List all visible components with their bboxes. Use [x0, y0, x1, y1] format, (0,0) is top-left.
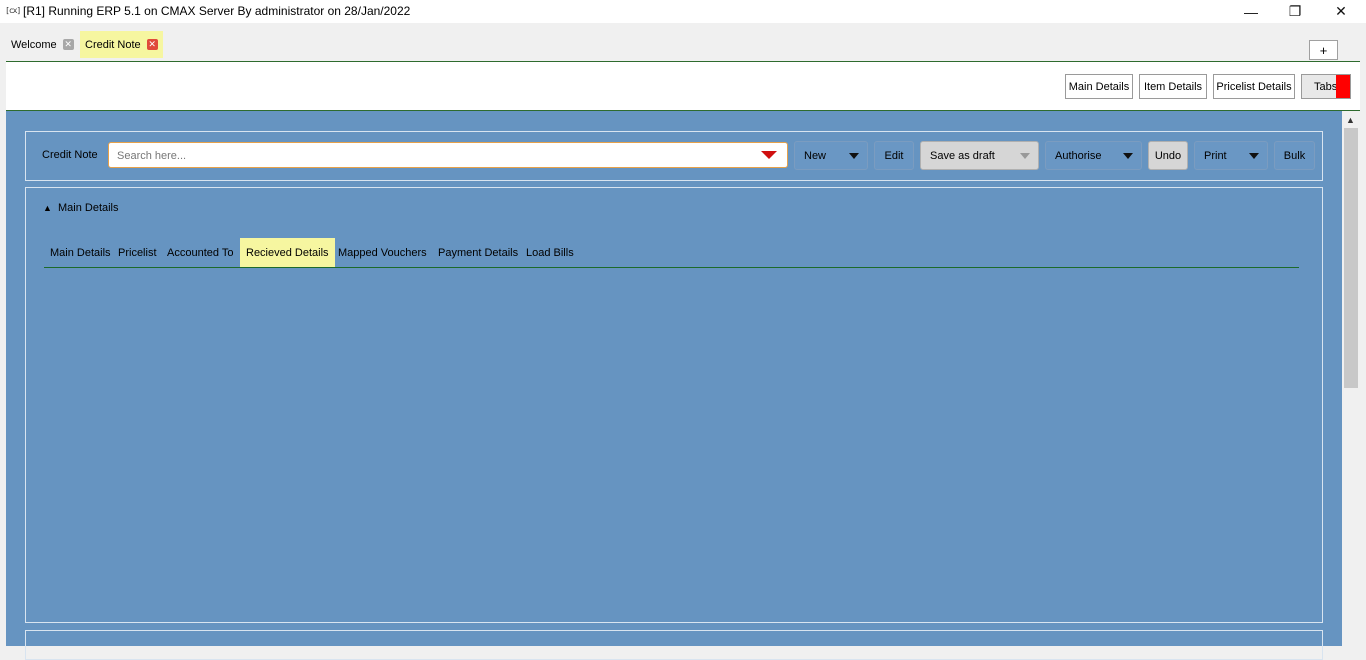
search-dropdown-icon[interactable] — [761, 151, 777, 159]
item-details-button[interactable]: Item Details — [1139, 74, 1207, 99]
new-button-label: New — [804, 149, 827, 162]
new-button[interactable]: New — [794, 141, 868, 170]
print-dropdown[interactable] — [1241, 142, 1267, 169]
scroll-up-icon[interactable]: ▲ — [1346, 115, 1355, 125]
undo-label: Undo — [1154, 149, 1182, 162]
print-label: Print — [1204, 149, 1227, 162]
chevron-down-icon — [1020, 152, 1030, 159]
main-details-toggle[interactable]: ▲ Main Details — [43, 202, 119, 214]
tabs-button[interactable]: Tabs — [1301, 74, 1351, 99]
close-tab-icon[interactable]: ✕ — [62, 39, 74, 50]
title-bar: [cx] [R1] Running ERP 5.1 on CMAX Server… — [0, 0, 1366, 23]
close-icon: ✕ — [1335, 3, 1347, 19]
main-details-button[interactable]: Main Details — [1065, 74, 1133, 99]
search-box — [108, 142, 788, 168]
tab-payment-details[interactable]: Payment Details — [438, 238, 518, 267]
edit-button[interactable]: Edit — [874, 141, 914, 170]
save-as-draft-label: Save as draft — [930, 149, 995, 162]
app-icon: [cx] — [5, 6, 21, 15]
tab-credit-note[interactable]: Credit Note ✕ — [80, 31, 163, 58]
main-details-panel: ▲ Main Details Main Details Pricelist Ac… — [25, 187, 1323, 623]
close-window-button[interactable]: ✕ — [1318, 0, 1364, 23]
tab-recieved-details[interactable]: Recieved Details — [240, 238, 335, 267]
bulk-label: Bulk — [1283, 149, 1306, 162]
save-as-draft-dropdown[interactable] — [1012, 142, 1038, 169]
top-toolbar: Main Details Item Details Pricelist Deta… — [6, 61, 1360, 111]
authorise-label: Authorise — [1055, 149, 1102, 162]
search-input[interactable] — [115, 147, 739, 165]
lower-panel — [25, 630, 1323, 660]
detail-tabs: Main Details Pricelist Accounted To Reci… — [44, 238, 1299, 268]
tab-label: Welcome — [11, 38, 57, 51]
scroll-thumb[interactable] — [1344, 128, 1358, 388]
tab-pricelist[interactable]: Pricelist — [118, 238, 157, 267]
chevron-down-icon — [1249, 152, 1259, 159]
close-tab-icon[interactable]: ✕ — [146, 39, 158, 50]
credit-note-action-bar: Credit Note New Edit Save as draft Autho… — [25, 131, 1323, 181]
tab-load-bills[interactable]: Load Bills — [526, 238, 574, 267]
new-dropdown[interactable] — [841, 142, 867, 169]
chevron-down-icon — [849, 152, 859, 159]
minimize-icon: — — [1244, 3, 1258, 20]
tab-main-details[interactable]: Main Details — [50, 238, 111, 267]
add-tab-button[interactable]: + — [1309, 40, 1338, 60]
pricelist-details-button[interactable]: Pricelist Details — [1213, 74, 1295, 99]
chevron-down-icon — [1123, 152, 1133, 159]
section-title: Main Details — [57, 202, 119, 214]
maximize-button[interactable]: ❐ — [1272, 0, 1318, 23]
tab-mapped-vouchers[interactable]: Mapped Vouchers — [338, 238, 427, 267]
print-button[interactable]: Print — [1194, 141, 1268, 170]
edit-button-label: Edit — [884, 149, 904, 162]
authorise-dropdown[interactable] — [1115, 142, 1141, 169]
bulk-button[interactable]: Bulk — [1274, 141, 1315, 170]
undo-button[interactable]: Undo — [1148, 141, 1188, 170]
restore-icon: ❐ — [1288, 3, 1302, 19]
credit-note-label: Credit Note — [42, 149, 98, 161]
vertical-scrollbar[interactable]: ▲ — [1342, 111, 1360, 646]
collapse-triangle-icon: ▲ — [43, 203, 52, 213]
document-tab-row: Welcome ✕ Credit Note ✕ + — [0, 23, 1366, 61]
tab-accounted-to[interactable]: Accounted To — [167, 238, 233, 267]
window-title: [R1] Running ERP 5.1 on CMAX Server By a… — [23, 4, 411, 18]
tabs-marker — [1336, 75, 1350, 98]
tab-welcome[interactable]: Welcome ✕ — [6, 31, 79, 58]
save-as-draft-button[interactable]: Save as draft — [920, 141, 1039, 170]
tab-label: Credit Note — [85, 38, 141, 51]
tabs-button-label: Tabs — [1314, 80, 1338, 93]
minimize-button[interactable]: — — [1228, 0, 1274, 23]
workspace: Credit Note New Edit Save as draft Autho… — [6, 111, 1342, 660]
authorise-button[interactable]: Authorise — [1045, 141, 1142, 170]
